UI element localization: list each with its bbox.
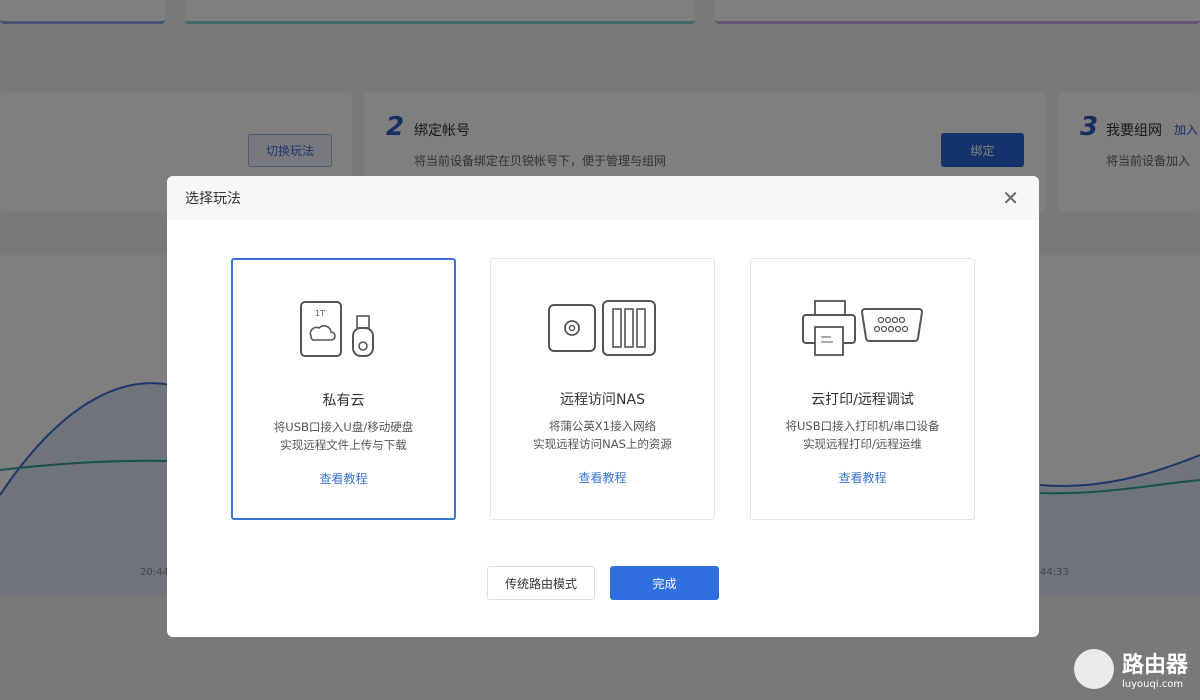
finish-button[interactable]: 完成 xyxy=(610,566,719,600)
watermark-title: 路由器 xyxy=(1121,653,1188,678)
router-logo-icon xyxy=(1073,648,1114,689)
option-desc: 将USB口接入打印机/串口设备 实现远程打印/远程运维 xyxy=(785,419,940,451)
nas-device-icon xyxy=(547,300,656,356)
tutorial-link[interactable]: 查看教程 xyxy=(751,469,974,486)
option-desc: 将蒲公英X1接入网络 实现远程访问NAS上的资源 xyxy=(533,419,672,451)
watermark: 路由器 luyouqi.com xyxy=(1073,647,1188,690)
option-desc: 将USB口接入U盘/移动硬盘 实现远程文件上传与下载 xyxy=(273,420,414,452)
watermark-url: luyouqi.com xyxy=(1121,679,1184,690)
choose-mode-dialog: 选择玩法 ✕ 1T 私有云 将USB口接入U盘/移动硬盘 实现远程文件上传与下载 … xyxy=(167,176,1039,637)
svg-text:1T: 1T xyxy=(315,309,325,318)
option-remote-nas[interactable]: 远程访问NAS 将蒲公英X1接入网络 实现远程访问NAS上的资源 查看教程 xyxy=(490,258,715,520)
option-title: 远程访问NAS xyxy=(560,392,645,408)
tutorial-link[interactable]: 查看教程 xyxy=(233,470,454,487)
storage-usb-icon: 1T xyxy=(299,301,374,357)
option-private-cloud[interactable]: 1T 私有云 将USB口接入U盘/移动硬盘 实现远程文件上传与下载 查看教程 xyxy=(231,258,456,520)
printer-serial-icon xyxy=(801,300,923,356)
option-title: 私有云 xyxy=(322,393,365,409)
tutorial-link[interactable]: 查看教程 xyxy=(491,469,714,486)
option-cloud-print[interactable]: 云打印/远程调试 将USB口接入打印机/串口设备 实现远程打印/远程运维 查看教程 xyxy=(750,258,975,520)
dialog-title: 选择玩法 xyxy=(185,191,241,207)
close-icon[interactable]: ✕ xyxy=(1002,186,1019,210)
traditional-router-mode-button[interactable]: 传统路由模式 xyxy=(487,566,595,600)
option-title: 云打印/远程调试 xyxy=(811,392,914,408)
